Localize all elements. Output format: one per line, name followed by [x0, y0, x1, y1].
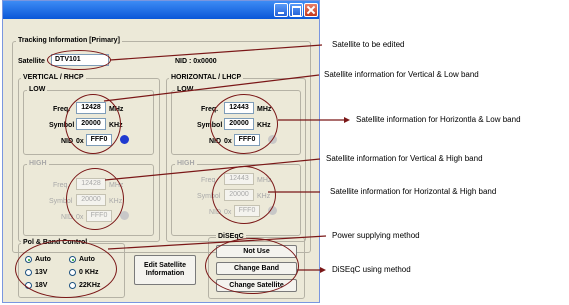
annotation-horizontal-high: Satellite information for Horizontal & H… [330, 187, 497, 196]
annotation-horizontal-low: Satellite information for Horizontla & L… [356, 115, 521, 124]
annotation-vertical-low: Satellite information for Vertical & Low… [324, 70, 479, 79]
annotation-vertical-high: Satellite information for Vertical & Hig… [326, 154, 483, 163]
annotation-power-supplying: Power supplying method [332, 231, 420, 240]
annotation-lines [103, 44, 350, 273]
annotation-satellite-edited: Satellite to be edited [332, 40, 405, 49]
annotation-diseqc-method: DiSEqC using method [332, 265, 411, 274]
